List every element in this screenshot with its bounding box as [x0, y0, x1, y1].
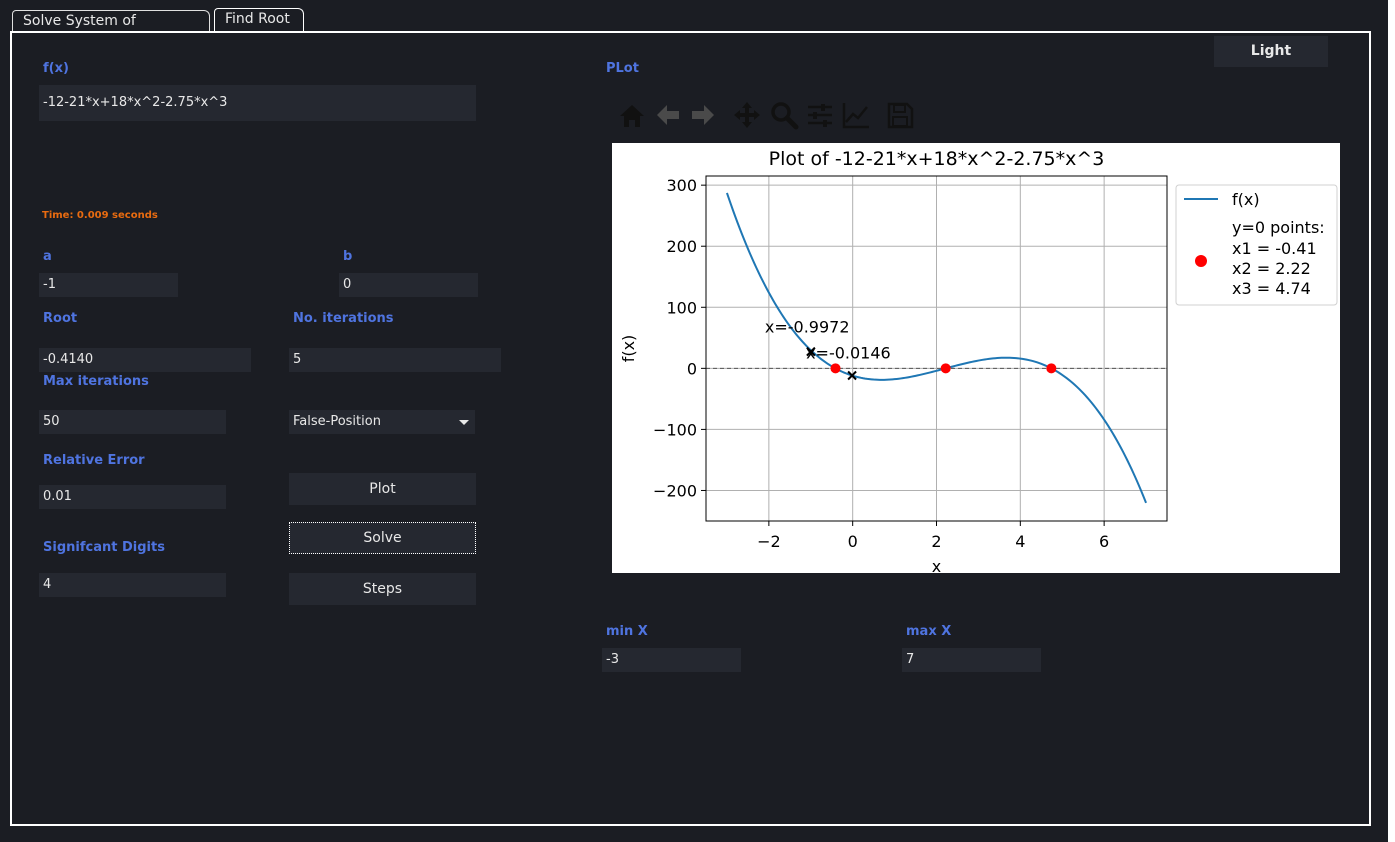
- y-axis-label: f(x): [619, 335, 638, 363]
- legend-entry: x2 = 2.22: [1232, 259, 1311, 278]
- back-arrow-icon[interactable]: [653, 100, 683, 130]
- min-x-label: min X: [606, 624, 648, 639]
- steps-button[interactable]: Steps: [289, 573, 476, 605]
- x-tick-label: 2: [931, 532, 941, 551]
- chart-title: Plot of -12-21*x+18*x^2-2.75*x^3: [769, 148, 1105, 170]
- app-window: Solve System of Eauations Find Root Ligh…: [0, 0, 1388, 842]
- fx-label: f(x): [43, 61, 69, 76]
- configure-subplots-icon[interactable]: [805, 100, 835, 130]
- zoom-icon[interactable]: [769, 100, 799, 130]
- root-point: [830, 363, 841, 374]
- root-label: Root: [43, 311, 78, 326]
- x-tick-label: 4: [1015, 532, 1025, 551]
- max-x-input[interactable]: 7: [902, 648, 1041, 672]
- y-tick-label: 200: [666, 237, 697, 256]
- a-label: a: [43, 249, 52, 264]
- method-select-value: False-Position: [293, 414, 381, 429]
- method-select[interactable]: False-Position: [289, 410, 475, 434]
- min-x-input[interactable]: -3: [602, 648, 741, 672]
- y-tick-label: 300: [666, 176, 697, 195]
- fx-input[interactable]: -12-21*x+18*x^2-2.75*x^3: [39, 85, 476, 121]
- root-plot-chart: x=-0.9972 x=-0.0146 −2 0 2 4 6 300 200 100 0 −100 −2…: [619, 148, 1338, 573]
- legend-entry: y=0 points:: [1232, 218, 1325, 237]
- iterations-output: 5: [289, 348, 501, 372]
- marker-label: x=-0.0146: [806, 343, 891, 362]
- tab-solve-system[interactable]: Solve System of Eauations: [12, 10, 210, 49]
- y-tick-label: 0: [687, 359, 697, 378]
- legend-entry: x3 = 4.74: [1232, 279, 1311, 298]
- y-tick-label: 100: [666, 298, 697, 317]
- save-icon[interactable]: [885, 100, 915, 130]
- sig-digits-input[interactable]: 4: [39, 573, 226, 597]
- plot-button[interactable]: Plot: [289, 473, 476, 505]
- home-icon[interactable]: [617, 100, 647, 130]
- pan-icon[interactable]: [732, 100, 762, 130]
- tab-find-root[interactable]: Find Root: [214, 8, 304, 32]
- marker-label: x=-0.9972: [765, 318, 850, 337]
- max-x-label: max X: [906, 624, 952, 639]
- x-tick-label: 6: [1099, 532, 1109, 551]
- solve-button[interactable]: Solve: [289, 522, 476, 554]
- legend-entry: x1 = -0.41: [1232, 239, 1317, 258]
- forward-arrow-icon[interactable]: [688, 100, 718, 130]
- legend-root-marker: [1195, 255, 1207, 267]
- max-iterations-label: Max iterations: [43, 374, 149, 389]
- b-input[interactable]: 0: [339, 273, 478, 297]
- root-point: [1046, 363, 1057, 374]
- y-tick-label: −200: [653, 481, 697, 500]
- theme-toggle-button[interactable]: Light: [1214, 36, 1328, 67]
- y-tick-label: −100: [653, 420, 697, 439]
- legend-entry: f(x): [1232, 190, 1260, 209]
- relative-error-label: Relative Error: [43, 453, 145, 468]
- iterations-label: No. iterations: [293, 311, 394, 326]
- sig-digits-label: Signifcant Digits: [43, 540, 165, 555]
- relative-error-input[interactable]: 0.01: [39, 485, 226, 509]
- time-text: Time: 0.009 seconds: [42, 210, 158, 221]
- chevron-down-icon: [459, 420, 469, 425]
- b-label: b: [343, 249, 353, 264]
- x-axis-label: x: [932, 557, 941, 573]
- a-input[interactable]: -1: [39, 273, 178, 297]
- edit-axis-icon[interactable]: [841, 100, 871, 130]
- tab-label: Find Root: [225, 11, 290, 27]
- plot-canvas[interactable]: x=-0.9972 x=-0.0146 −2 0 2 4 6 300 200 100 0 −100 −2…: [612, 143, 1340, 573]
- x-tick-label: −2: [757, 532, 781, 551]
- x-tick-label: 0: [848, 532, 858, 551]
- root-output: -0.4140: [39, 348, 251, 372]
- root-point: [940, 363, 951, 374]
- max-iterations-input[interactable]: 50: [39, 410, 226, 434]
- plot-section-label: PLot: [606, 61, 639, 76]
